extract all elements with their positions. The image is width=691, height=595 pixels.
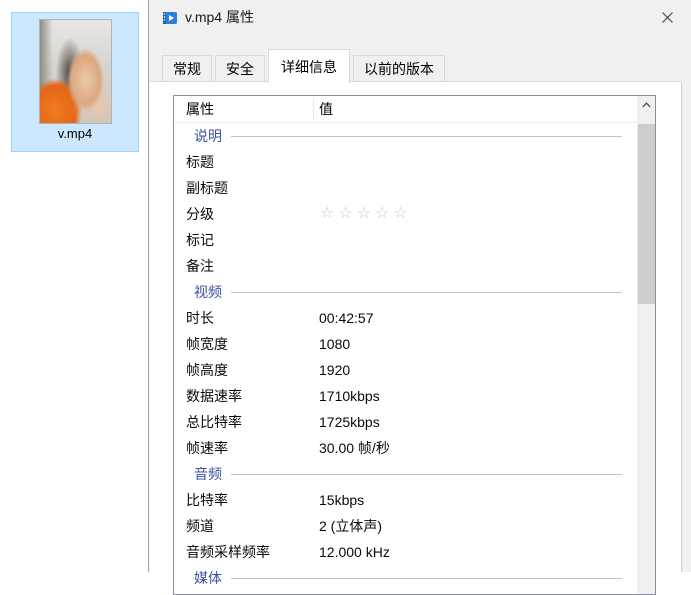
star-icon[interactable]: ☆ xyxy=(393,205,411,222)
property-value: 30.00 帧/秒 xyxy=(314,438,390,458)
star-icon[interactable]: ☆ xyxy=(320,205,338,222)
property-label: 音频采样频率 xyxy=(174,542,314,562)
list-header: 属性 值 xyxy=(174,96,638,123)
section-row: 媒体 xyxy=(174,565,638,591)
property-label: 比特率 xyxy=(174,490,314,510)
property-value: 1920 xyxy=(314,362,350,378)
property-label: 分级 xyxy=(174,204,314,224)
section-divider xyxy=(231,136,622,137)
tab-details[interactable]: 详细信息 xyxy=(268,49,350,83)
property-row[interactable]: 时长00:42:57 xyxy=(174,305,638,331)
property-label: 备注 xyxy=(174,256,314,276)
tab-security[interactable]: 安全 xyxy=(215,55,265,82)
tab-strip: 常规安全详细信息以前的版本 xyxy=(162,47,448,82)
property-value: 15kbps xyxy=(314,492,364,508)
property-row[interactable]: 副标题 xyxy=(174,175,638,201)
vertical-scrollbar[interactable] xyxy=(637,96,655,594)
star-icon[interactable]: ☆ xyxy=(375,205,393,222)
property-label: 帧高度 xyxy=(174,360,314,380)
close-button[interactable] xyxy=(651,3,683,31)
section-label: 视频 xyxy=(174,282,222,302)
property-label: 标题 xyxy=(174,152,314,172)
close-icon xyxy=(661,11,674,24)
section-divider xyxy=(231,474,622,475)
property-label: 帧宽度 xyxy=(174,334,314,354)
section-row: 说明 xyxy=(174,123,638,149)
properties-dialog: v.mp4 属性 常规安全详细信息以前的版本 属性 值 说明标题副标题分级☆☆☆… xyxy=(148,0,691,572)
section-label: 媒体 xyxy=(174,568,222,588)
property-row[interactable]: 音频采样频率12.000 kHz xyxy=(174,539,638,565)
dialog-titlebar: v.mp4 属性 xyxy=(149,0,691,36)
property-label: 副标题 xyxy=(174,178,314,198)
section-divider xyxy=(231,292,622,293)
property-label: 数据速率 xyxy=(174,386,314,406)
property-label: 时长 xyxy=(174,308,314,328)
section-row: 音频 xyxy=(174,461,638,487)
desktop-file-vmp4[interactable]: v.mp4 xyxy=(11,12,139,152)
property-row[interactable]: 分级☆☆☆☆☆ xyxy=(174,201,638,227)
property-value: 1725kbps xyxy=(314,414,380,430)
property-value: 1080 xyxy=(314,336,350,352)
section-label: 音频 xyxy=(174,464,222,484)
property-row[interactable]: 数据速率1710kbps xyxy=(174,383,638,409)
property-label: 标记 xyxy=(174,230,314,250)
star-icon[interactable]: ☆ xyxy=(338,205,356,222)
rating-stars[interactable]: ☆☆☆☆☆ xyxy=(314,206,412,222)
property-rows: 说明标题副标题分级☆☆☆☆☆标记备注视频时长00:42:57帧宽度1080帧高度… xyxy=(174,123,638,591)
property-row[interactable]: 帧高度1920 xyxy=(174,357,638,383)
property-row[interactable]: 总比特率1725kbps xyxy=(174,409,638,435)
tab-general[interactable]: 常规 xyxy=(162,55,212,82)
property-label: 总比特率 xyxy=(174,412,314,432)
star-icon[interactable]: ☆ xyxy=(357,205,375,222)
video-thumbnail xyxy=(39,19,112,124)
scrollbar-thumb[interactable] xyxy=(638,124,655,304)
section-row: 视频 xyxy=(174,279,638,305)
property-row[interactable]: 标题 xyxy=(174,149,638,175)
section-label: 说明 xyxy=(174,126,222,146)
tab-previous-versions[interactable]: 以前的版本 xyxy=(353,55,445,82)
property-label: 频道 xyxy=(174,516,314,536)
video-file-icon xyxy=(162,10,178,26)
property-row[interactable]: 帧速率30.00 帧/秒 xyxy=(174,435,638,461)
property-row[interactable]: 备注 xyxy=(174,253,638,279)
property-row[interactable]: 比特率15kbps xyxy=(174,487,638,513)
chevron-up-icon xyxy=(642,102,651,108)
details-list: 属性 值 说明标题副标题分级☆☆☆☆☆标记备注视频时长00:42:57帧宽度10… xyxy=(173,95,656,595)
property-row[interactable]: 频道2 (立体声) xyxy=(174,513,638,539)
section-divider xyxy=(231,578,622,579)
property-row[interactable]: 标记 xyxy=(174,227,638,253)
property-value: 00:42:57 xyxy=(314,310,374,326)
property-value: 1710kbps xyxy=(314,388,380,404)
property-value: 2 (立体声) xyxy=(314,516,382,536)
property-label: 帧速率 xyxy=(174,438,314,458)
column-header-value[interactable]: 值 xyxy=(314,99,333,119)
column-header-property[interactable]: 属性 xyxy=(174,99,314,119)
scroll-up-button[interactable] xyxy=(638,96,655,113)
property-row[interactable]: 帧宽度1080 xyxy=(174,331,638,357)
file-name-label: v.mp4 xyxy=(12,126,138,142)
dialog-title: v.mp4 属性 xyxy=(185,0,254,34)
property-value: 12.000 kHz xyxy=(314,544,390,560)
